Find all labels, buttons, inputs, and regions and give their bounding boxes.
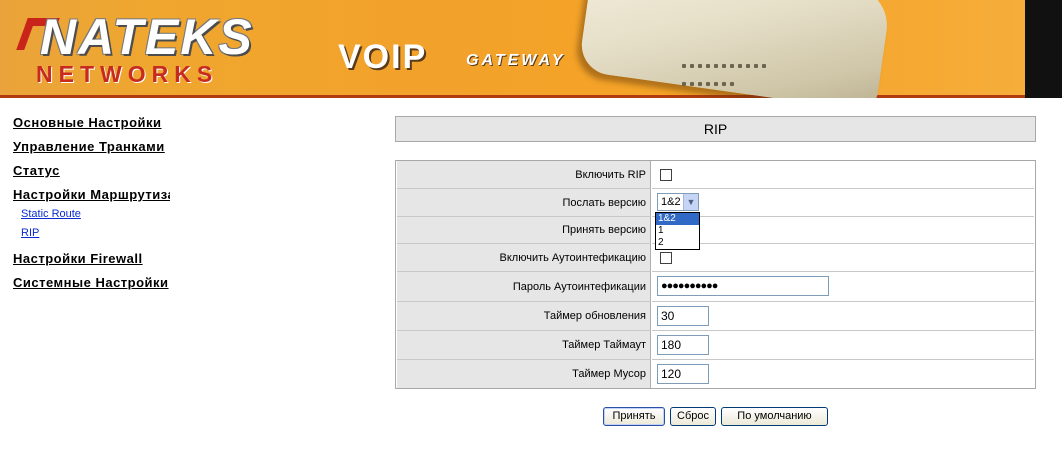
product-title: VOIP xyxy=(338,38,428,76)
enable-rip-checkbox[interactable] xyxy=(660,169,672,181)
auth-password-label: Пароль Аутоинтефикации xyxy=(397,272,651,302)
send-version-option[interactable]: 1 xyxy=(656,225,699,237)
timeout-timer-label: Таймер Таймаут xyxy=(397,331,651,360)
sidebar-item-rip[interactable]: RIP xyxy=(21,227,39,239)
page-title: RIP xyxy=(395,116,1036,142)
enable-auth-label: Включить Аутоинтефикацию xyxy=(397,244,651,272)
row-send-version: Послать версию xyxy=(397,189,1034,217)
row-receive-version: Принять версию xyxy=(397,217,1034,244)
send-version-select[interactable]: 1&2 ▼ xyxy=(657,193,699,211)
sidebar-item-basic-settings[interactable]: Основные Настройки xyxy=(13,115,162,130)
sidebar-nav: Основные Настройки Управление Транками С… xyxy=(0,98,170,469)
sidebar-item-system-settings[interactable]: Системные Настройки xyxy=(13,275,169,290)
sidebar-item-firewall-settings[interactable]: Настройки Firewall xyxy=(13,251,143,266)
product-subtitle: GATEWAY xyxy=(466,52,566,69)
garbage-timer-input[interactable]: 120 xyxy=(657,364,709,384)
sidebar-item-routing-settings[interactable]: Настройки Маршрутизации xyxy=(13,187,170,202)
send-version-option[interactable]: 2 xyxy=(656,237,699,249)
row-timeout-timer: Таймер Таймаут 180 xyxy=(397,331,1034,360)
send-version-dropdown: 1&2 1 2 xyxy=(655,212,700,250)
enable-auth-checkbox[interactable] xyxy=(660,252,672,264)
apply-button[interactable]: Принять xyxy=(603,407,665,426)
chevron-down-icon[interactable]: ▼ xyxy=(683,194,698,210)
default-button[interactable]: По умолчанию xyxy=(721,407,828,426)
logo-nateks: NATEKS xyxy=(40,9,254,65)
sidebar-item-trunk-management[interactable]: Управление Транками xyxy=(13,139,165,154)
reset-button[interactable]: Сброс xyxy=(670,407,716,426)
send-version-label: Послать версию xyxy=(397,189,651,217)
send-version-selected: 1&2 xyxy=(661,196,681,208)
row-enable-auth: Включить Аутоинтефикацию xyxy=(397,244,1034,272)
row-auth-password: Пароль Аутоинтефикации ●●●●●●●●●● xyxy=(397,272,1034,302)
device-vents xyxy=(680,58,770,88)
header-dark-edge xyxy=(1025,0,1062,98)
timeout-timer-input[interactable]: 180 xyxy=(657,335,709,355)
update-timer-label: Таймер обновления xyxy=(397,302,651,331)
update-timer-input[interactable]: 30 xyxy=(657,306,709,326)
send-version-option[interactable]: 1&2 xyxy=(656,213,699,225)
garbage-timer-label: Таймер Мусор xyxy=(397,360,651,388)
receive-version-label: Принять версию xyxy=(397,217,651,244)
logo-networks: NETWORKS xyxy=(36,61,219,87)
auth-password-input[interactable]: ●●●●●●●●●● xyxy=(657,276,829,296)
enable-rip-label: Включить RIP xyxy=(397,161,651,189)
row-garbage-timer: Таймер Мусор 120 xyxy=(397,360,1034,388)
row-enable-rip: Включить RIP xyxy=(397,161,1034,189)
sidebar-item-static-route[interactable]: Static Route xyxy=(21,208,81,220)
rip-settings-table: Включить RIP Послать версию Принять верс… xyxy=(395,160,1036,389)
sidebar-item-status[interactable]: Статус xyxy=(13,163,60,178)
header-banner: NATEKS NETWORKS VOIP GATEWAY xyxy=(0,0,1062,98)
row-update-timer: Таймер обновления 30 xyxy=(397,302,1034,331)
